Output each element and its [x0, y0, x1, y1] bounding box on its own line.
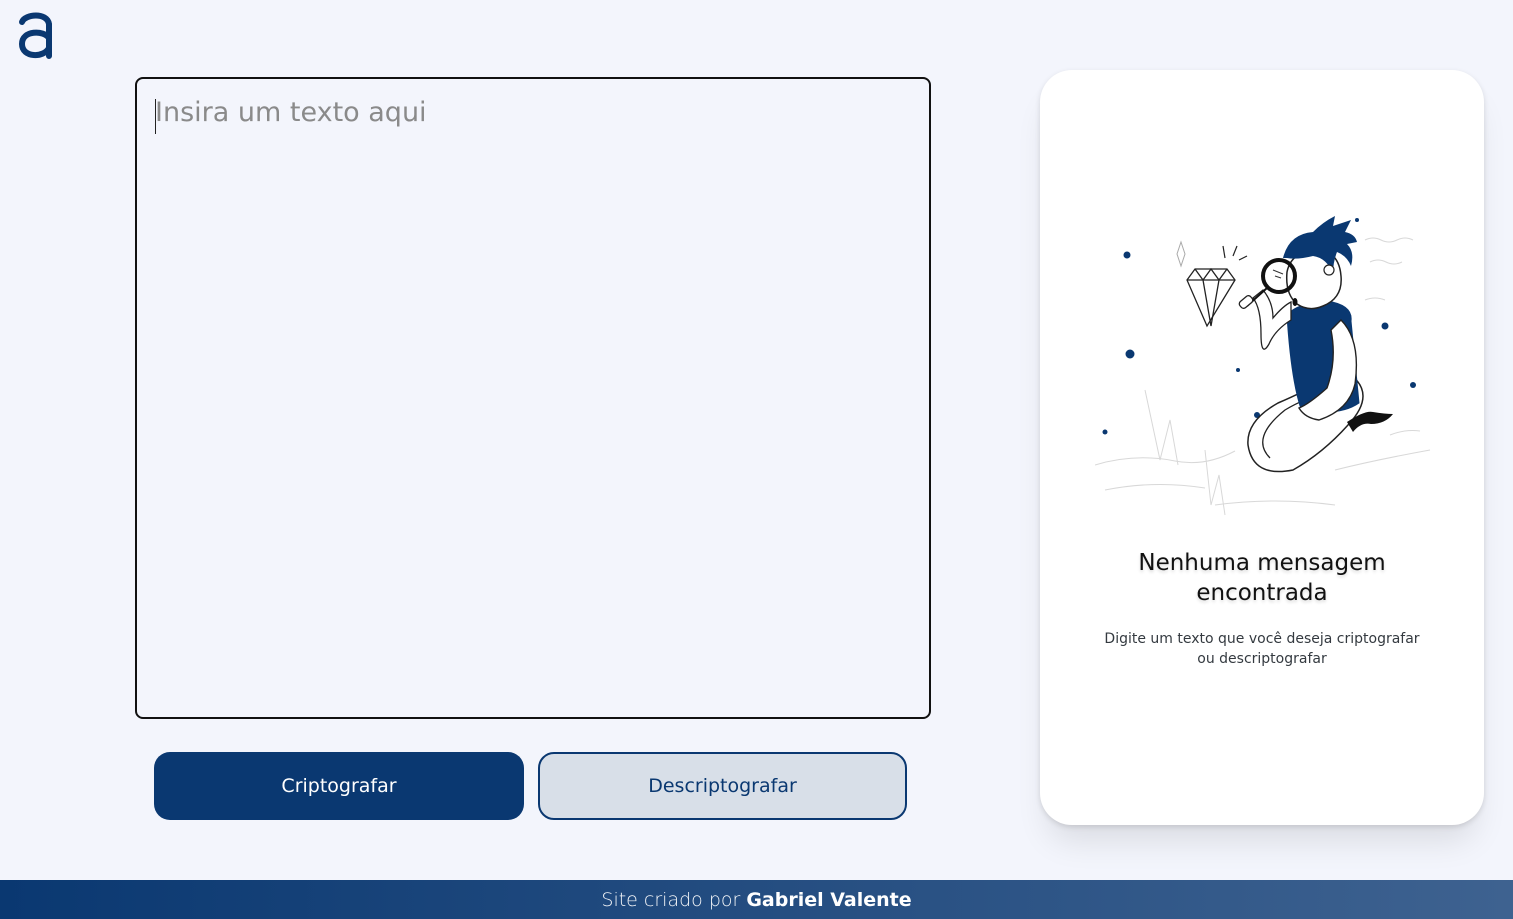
empty-state-subtitle-line1: Digite um texto que você deseja criptogr…: [1104, 631, 1420, 647]
logo-icon: [18, 12, 52, 59]
empty-state-title-line1: Nenhuma mensagem: [1138, 550, 1386, 576]
text-cursor: [155, 99, 156, 134]
footer: Site criado por Gabriel Valente: [0, 880, 1513, 919]
boy-with-magnifier-illustration: [1095, 216, 1431, 516]
decrypt-button[interactable]: Descriptografar: [538, 752, 907, 820]
empty-state-title: Nenhuma mensagem encontrada: [1040, 548, 1484, 608]
footer-prefix: Site criado por: [601, 888, 741, 911]
empty-state-subtitle: Digite um texto que você deseja criptogr…: [1040, 629, 1484, 669]
empty-state-title-line2: encontrada: [1196, 580, 1328, 606]
encrypt-button[interactable]: Criptografar: [154, 752, 524, 820]
footer-author: Gabriel Valente: [746, 888, 912, 911]
text-input[interactable]: [135, 77, 931, 719]
output-panel: Nenhuma mensagem encontrada Digite um te…: [1040, 70, 1484, 825]
empty-state-subtitle-line2: ou descriptografar: [1197, 651, 1327, 667]
